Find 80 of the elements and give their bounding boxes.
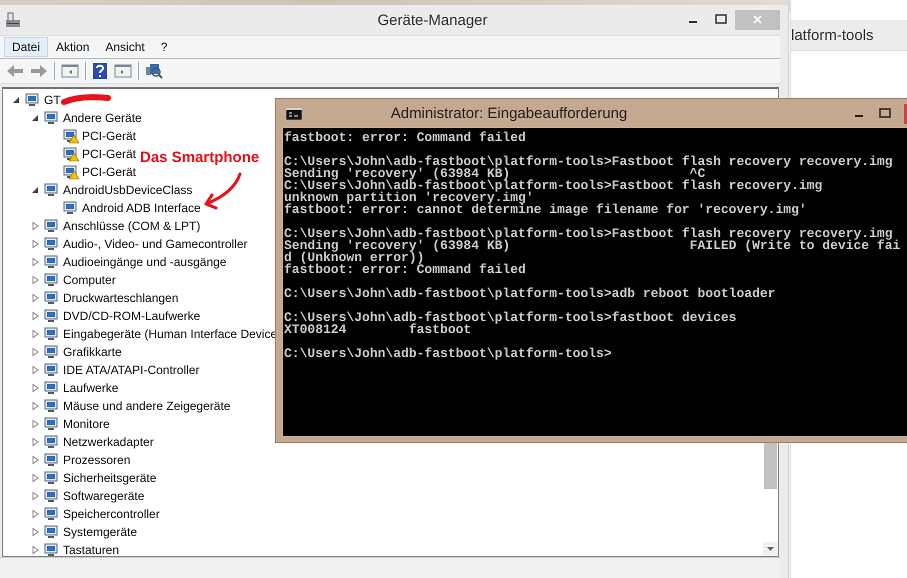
tree-item[interactable]: Druckwarteschlangen (63, 291, 178, 305)
tree-item[interactable]: Monitore (63, 417, 110, 431)
forward-icon[interactable] (30, 63, 48, 79)
tree-item[interactable]: PCI-Gerät (82, 129, 136, 143)
tree-item[interactable]: PCI-Gerät (82, 165, 136, 179)
console-line: Sending 'recovery' (63984 KB) FAILED (Write to device fai (284, 240, 902, 252)
tree-item[interactable]: GT (44, 93, 61, 107)
console-line: Sending 'recovery' (63984 KB) ^C (284, 168, 706, 180)
folder-title: latform-tools (791, 26, 874, 44)
expand-icon[interactable] (30, 275, 40, 285)
expand-icon[interactable] (30, 491, 40, 501)
tree-item[interactable]: DVD/CD-ROM-Laufwerke (63, 309, 200, 323)
menu-item[interactable]: Ansicht (97, 37, 153, 57)
tree-item[interactable]: Laufwerke (63, 381, 118, 395)
tree-item[interactable]: Anschlüsse (COM & LPT) (63, 219, 200, 233)
console-line: C:\Users\John\adb-fastboot\platform-tools>Fastboot flash recovery.img (284, 180, 824, 192)
window-title: Geräte-Manager (376, 12, 489, 28)
expand-icon[interactable] (30, 527, 40, 537)
expand-icon[interactable] (30, 545, 40, 555)
expand-icon[interactable] (30, 509, 40, 519)
menu-item[interactable]: Datei (4, 37, 48, 57)
action-pane-icon[interactable] (114, 63, 132, 79)
annotation-label: Das Smartphone (140, 149, 260, 166)
window-title: Administrator: Eingabeaufforderung (390, 105, 628, 122)
redaction-scribble (61, 94, 111, 106)
expand-icon[interactable] (30, 239, 40, 249)
expand-icon[interactable] (30, 329, 40, 339)
tree-item[interactable]: Grafikkarte (63, 345, 122, 359)
tree-item[interactable]: Softwaregeräte (63, 489, 144, 503)
expand-icon[interactable] (30, 455, 40, 465)
menu-item[interactable]: Aktion (48, 37, 98, 57)
tree-item[interactable]: Andere Geräte (63, 111, 142, 125)
console-line: XT008124 fastboot (284, 324, 472, 336)
computer-icon (4, 11, 22, 29)
expand-icon[interactable] (30, 473, 40, 483)
scroll-down-icon[interactable] (763, 542, 778, 556)
tree-item[interactable]: Tastaturen (63, 543, 120, 556)
tree-item[interactable]: Android ADB Interface (82, 201, 201, 215)
help-icon[interactable] (92, 62, 108, 80)
collapse-icon[interactable] (30, 113, 40, 123)
expand-icon[interactable] (30, 347, 40, 357)
expand-icon[interactable] (30, 383, 40, 393)
expand-icon[interactable] (30, 419, 40, 429)
tree-item[interactable]: Systemgeräte (63, 525, 138, 539)
tree-item[interactable]: Speichercontroller (63, 507, 160, 521)
console-tree-icon[interactable] (61, 63, 79, 79)
tree-item[interactable]: IDE ATA/ATAPI-Controller (63, 363, 200, 377)
console-icon (286, 108, 302, 120)
console-line: C:\Users\John\adb-fastboot\platform-tools> (284, 348, 613, 360)
tree-item[interactable]: Prozessoren (63, 453, 130, 467)
back-icon[interactable] (6, 63, 24, 79)
expand-icon[interactable] (30, 401, 40, 411)
console-line: unknown partition 'recovery.img' (284, 192, 534, 204)
tree-item[interactable]: AndroidUsbDeviceClass (63, 183, 192, 197)
expand-icon[interactable] (30, 257, 40, 267)
tree-item[interactable]: Mäuse und andere Zeigegeräte (63, 399, 230, 413)
tree-item[interactable]: Audioeingänge und -ausgänge (63, 255, 226, 269)
console-line: d (Unknown error)) (284, 252, 424, 264)
expand-icon[interactable] (30, 365, 40, 375)
tree-item[interactable]: Eingabegeräte (Human Interface Device (63, 327, 278, 341)
console-line: fastboot: error: Command failed (284, 264, 527, 276)
tree-item[interactable]: PCI-Gerät (82, 147, 136, 161)
tree-item[interactable]: Computer (63, 273, 116, 287)
console-line: fastboot: error: cannot determine image filename for 'recovery.img' (284, 204, 808, 216)
expand-icon[interactable] (30, 221, 40, 231)
expand-icon[interactable] (30, 293, 40, 303)
tree-item[interactable]: Sicherheitsgeräte (63, 471, 156, 485)
console-line: C:\Users\John\adb-fastboot\platform-tools>Fastboot flash recovery recovery.img (284, 228, 892, 240)
scan-hardware-icon[interactable] (145, 62, 163, 80)
menu-item[interactable]: ? (152, 37, 176, 57)
expand-icon[interactable] (30, 311, 40, 321)
console-line: C:\Users\John\adb-fastboot\platform-tools>adb reboot bootloader (284, 288, 776, 300)
collapse-icon[interactable] (30, 185, 40, 195)
console-line: C:\Users\John\adb-fastboot\platform-tools>fastboot devices (284, 312, 738, 324)
tree-item[interactable]: Netzwerkadapter (63, 435, 154, 449)
console-line: C:\Users\John\adb-fastboot\platform-tools>Fastboot flash recovery recovery.img (284, 156, 894, 168)
expand-icon[interactable] (30, 437, 40, 447)
collapse-icon[interactable] (11, 95, 21, 105)
tree-item[interactable]: Audio-, Video- und Gamecontroller (63, 237, 248, 251)
console-line: fastboot: error: Command failed (284, 132, 527, 144)
